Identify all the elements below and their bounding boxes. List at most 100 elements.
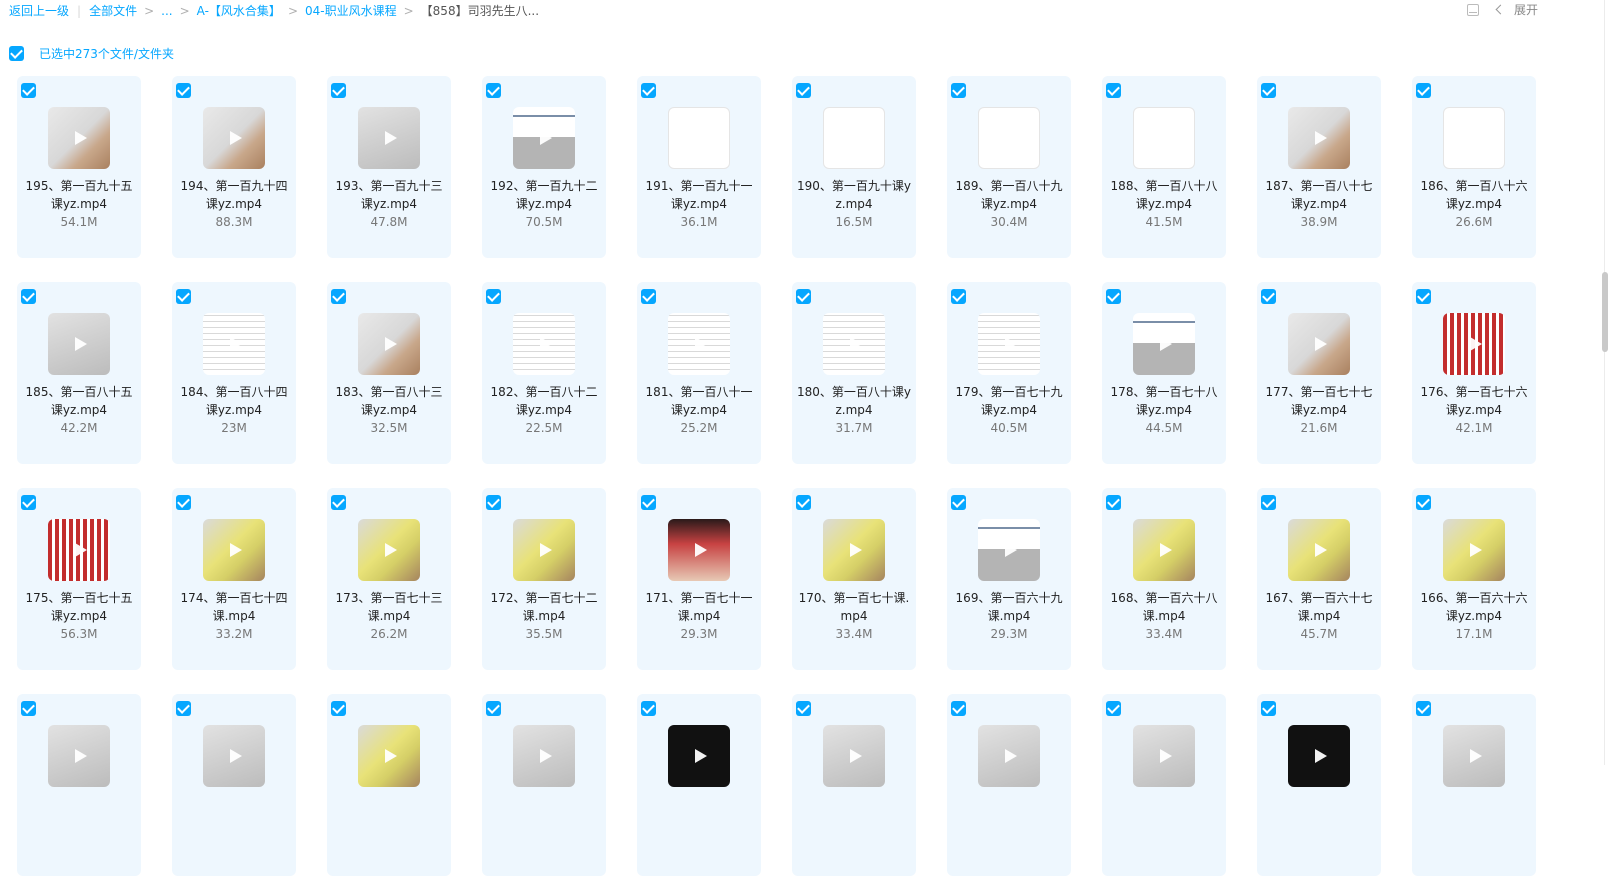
file-card[interactable]: 171、第一百七十一课.mp4 29.3M: [637, 488, 761, 670]
file-checkbox[interactable]: [486, 289, 501, 304]
file-card[interactable]: 190、第一百九十课yz.mp4 16.5M: [792, 76, 916, 258]
video-thumbnail[interactable]: [1288, 519, 1350, 581]
file-name[interactable]: 180、第一百八十课yz.mp4: [792, 383, 916, 419]
video-thumbnail[interactable]: [48, 107, 110, 169]
video-thumbnail[interactable]: [48, 313, 110, 375]
file-checkbox[interactable]: [641, 289, 656, 304]
video-thumbnail[interactable]: [1288, 107, 1350, 169]
file-checkbox[interactable]: [486, 701, 501, 716]
file-checkbox[interactable]: [1416, 83, 1431, 98]
file-checkbox[interactable]: [21, 83, 36, 98]
file-checkbox[interactable]: [331, 701, 346, 716]
file-card[interactable]: 185、第一百八十五课yz.mp4 42.2M: [17, 282, 141, 464]
video-thumbnail[interactable]: [668, 107, 730, 169]
file-name[interactable]: 185、第一百八十五课yz.mp4: [17, 383, 141, 419]
file-card[interactable]: 177、第一百七十七课yz.mp4 21.6M: [1257, 282, 1381, 464]
file-card[interactable]: 183、第一百八十三课yz.mp4 32.5M: [327, 282, 451, 464]
file-card[interactable]: 175、第一百七十五课yz.mp4 56.3M: [17, 488, 141, 670]
file-card[interactable]: 179、第一百七十九课yz.mp4 40.5M: [947, 282, 1071, 464]
file-card[interactable]: 167、第一百六十七课.mp4 45.7M: [1257, 488, 1381, 670]
video-thumbnail[interactable]: [823, 107, 885, 169]
layout-toggle-icon[interactable]: [1466, 3, 1479, 16]
file-checkbox[interactable]: [21, 701, 36, 716]
expand-button[interactable]: 展开: [1495, 1, 1538, 18]
file-name[interactable]: 181、第一百八十一课yz.mp4: [637, 383, 761, 419]
video-thumbnail[interactable]: [203, 519, 265, 581]
file-checkbox[interactable]: [641, 701, 656, 716]
file-name[interactable]: 184、第一百八十四课yz.mp4: [172, 383, 296, 419]
file-name[interactable]: 167、第一百六十七课.mp4: [1257, 589, 1381, 625]
file-card[interactable]: [17, 694, 141, 876]
scroll-thumb[interactable]: [1602, 272, 1608, 352]
file-checkbox[interactable]: [951, 495, 966, 510]
video-thumbnail[interactable]: [358, 725, 420, 787]
video-thumbnail[interactable]: [668, 725, 730, 787]
file-checkbox[interactable]: [796, 289, 811, 304]
file-name[interactable]: 187、第一百八十七课yz.mp4: [1257, 177, 1381, 213]
file-name[interactable]: 178、第一百七十八课yz.mp4: [1102, 383, 1226, 419]
file-checkbox[interactable]: [176, 701, 191, 716]
video-thumbnail[interactable]: [358, 313, 420, 375]
file-name[interactable]: 182、第一百八十二课yz.mp4: [482, 383, 606, 419]
file-checkbox[interactable]: [641, 495, 656, 510]
video-thumbnail[interactable]: [978, 519, 1040, 581]
file-card[interactable]: 193、第一百九十三课yz.mp4 47.8M: [327, 76, 451, 258]
file-card[interactable]: 191、第一百九十一课yz.mp4 36.1M: [637, 76, 761, 258]
file-checkbox[interactable]: [796, 83, 811, 98]
video-thumbnail[interactable]: [978, 313, 1040, 375]
file-checkbox[interactable]: [1416, 495, 1431, 510]
file-name[interactable]: 168、第一百六十八课.mp4: [1102, 589, 1226, 625]
file-name[interactable]: 183、第一百八十三课yz.mp4: [327, 383, 451, 419]
file-name[interactable]: 171、第一百七十一课.mp4: [637, 589, 761, 625]
video-thumbnail[interactable]: [358, 519, 420, 581]
file-checkbox[interactable]: [486, 83, 501, 98]
file-card[interactable]: 186、第一百八十六课yz.mp4 26.6M: [1412, 76, 1536, 258]
back-link[interactable]: 返回上一级: [9, 2, 69, 19]
file-card[interactable]: 166、第一百六十六课yz.mp4 17.1M: [1412, 488, 1536, 670]
file-name[interactable]: 195、第一百九十五课yz.mp4: [17, 177, 141, 213]
file-card[interactable]: 174、第一百七十四课.mp4 33.2M: [172, 488, 296, 670]
file-checkbox[interactable]: [641, 83, 656, 98]
file-checkbox[interactable]: [176, 495, 191, 510]
scrollbar[interactable]: [1602, 0, 1608, 765]
file-name[interactable]: 177、第一百七十七课yz.mp4: [1257, 383, 1381, 419]
file-checkbox[interactable]: [796, 495, 811, 510]
file-card[interactable]: 170、第一百七十课.mp4 33.4M: [792, 488, 916, 670]
video-thumbnail[interactable]: [668, 313, 730, 375]
file-card[interactable]: 176、第一百七十六课yz.mp4 42.1M: [1412, 282, 1536, 464]
video-thumbnail[interactable]: [823, 313, 885, 375]
file-name[interactable]: 166、第一百六十六课yz.mp4: [1412, 589, 1536, 625]
file-name[interactable]: 193、第一百九十三课yz.mp4: [327, 177, 451, 213]
file-name[interactable]: 191、第一百九十一课yz.mp4: [637, 177, 761, 213]
file-name[interactable]: 170、第一百七十课.mp4: [792, 589, 916, 625]
file-name[interactable]: 173、第一百七十三课.mp4: [327, 589, 451, 625]
video-thumbnail[interactable]: [513, 725, 575, 787]
file-card[interactable]: [327, 694, 451, 876]
video-thumbnail[interactable]: [513, 107, 575, 169]
file-checkbox[interactable]: [796, 701, 811, 716]
file-card[interactable]: [637, 694, 761, 876]
file-name[interactable]: 174、第一百七十四课.mp4: [172, 589, 296, 625]
video-thumbnail[interactable]: [1288, 725, 1350, 787]
breadcrumb-fengshui-course[interactable]: 04-职业风水课程: [305, 2, 397, 19]
video-thumbnail[interactable]: [1443, 107, 1505, 169]
breadcrumb-fengshui-collection[interactable]: A-【风水合集】: [197, 2, 281, 19]
file-name[interactable]: 169、第一百六十九课.mp4: [947, 589, 1071, 625]
video-thumbnail[interactable]: [1288, 313, 1350, 375]
file-checkbox[interactable]: [331, 495, 346, 510]
file-card[interactable]: 173、第一百七十三课.mp4 26.2M: [327, 488, 451, 670]
file-checkbox[interactable]: [951, 701, 966, 716]
file-card[interactable]: 192、第一百九十二课yz.mp4 70.5M: [482, 76, 606, 258]
video-thumbnail[interactable]: [203, 725, 265, 787]
select-all-checkbox[interactable]: [9, 46, 24, 61]
file-name[interactable]: 192、第一百九十二课yz.mp4: [482, 177, 606, 213]
file-card[interactable]: 182、第一百八十二课yz.mp4 22.5M: [482, 282, 606, 464]
video-thumbnail[interactable]: [203, 107, 265, 169]
file-checkbox[interactable]: [486, 495, 501, 510]
video-thumbnail[interactable]: [978, 107, 1040, 169]
file-checkbox[interactable]: [21, 495, 36, 510]
video-thumbnail[interactable]: [513, 519, 575, 581]
file-checkbox[interactable]: [951, 83, 966, 98]
file-card[interactable]: [482, 694, 606, 876]
file-checkbox[interactable]: [1106, 289, 1121, 304]
